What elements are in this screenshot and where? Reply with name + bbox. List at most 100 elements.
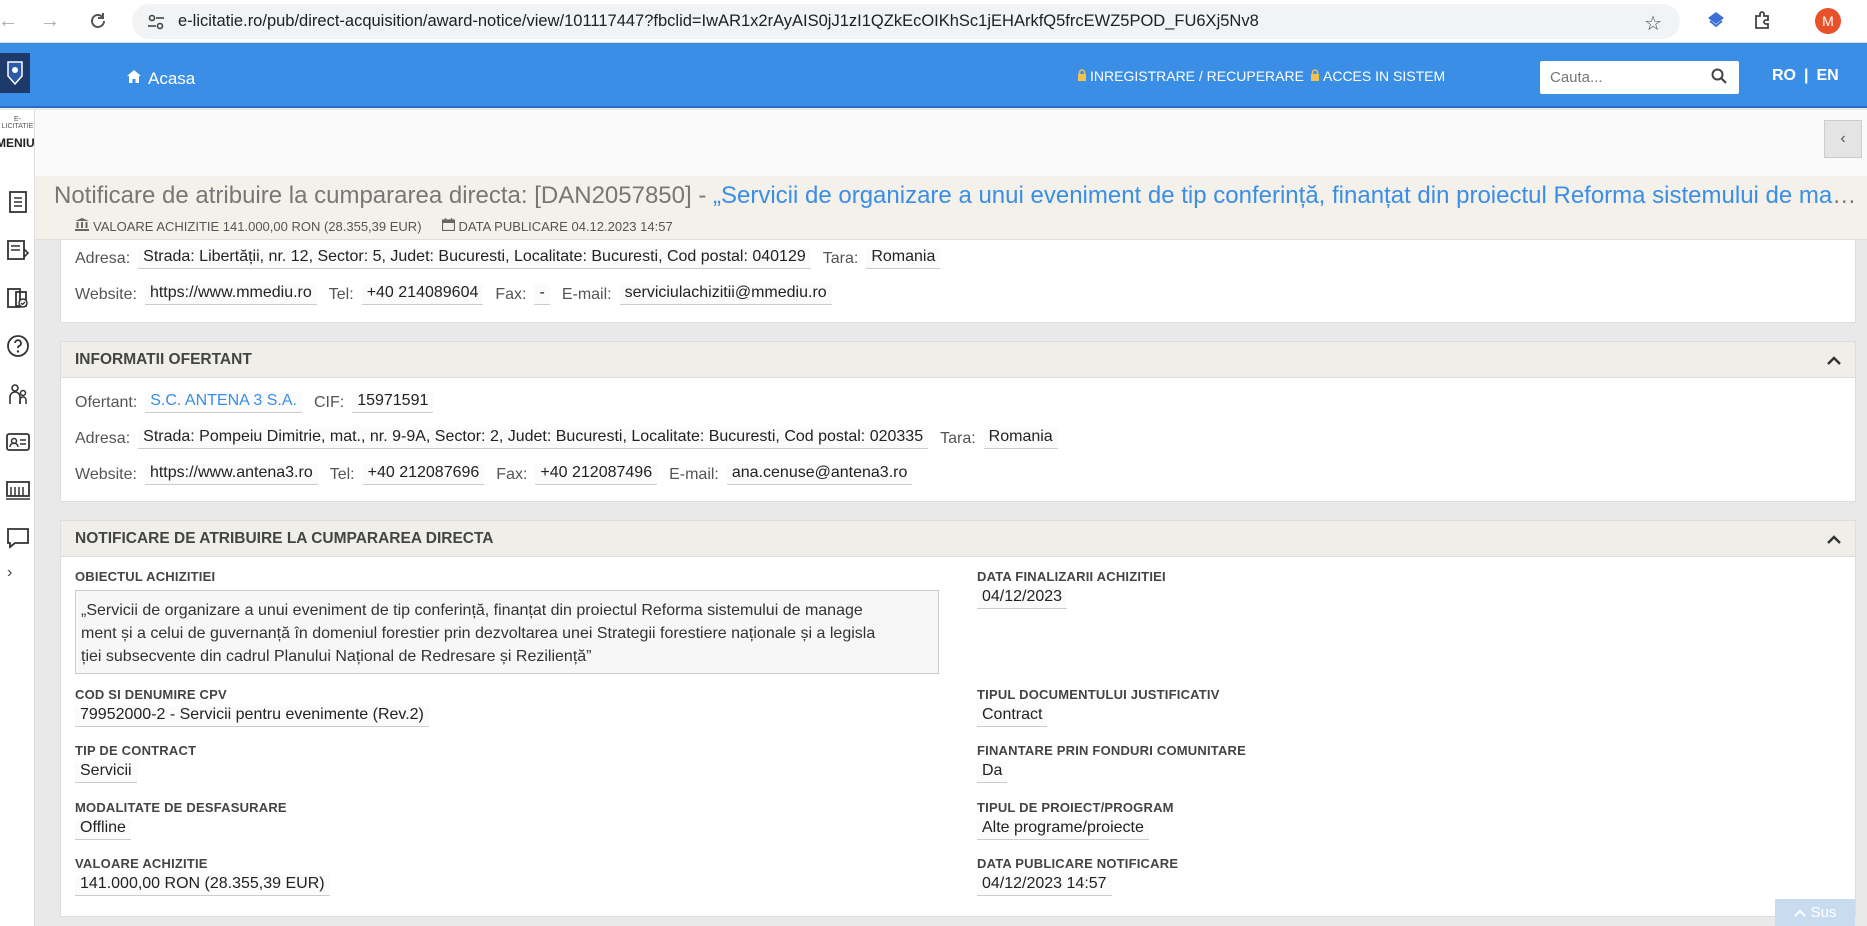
doc-type-label: TIPUL DOCUMENTULUI JUSTIFICATIV — [977, 687, 1220, 702]
program-label: TIPUL DE PROIECT/PROGRAM — [977, 800, 1174, 815]
contract-type-value: Servicii — [75, 762, 137, 783]
contract-type-field: TIP DE CONTRACT Servicii — [75, 743, 196, 783]
bidder-address: Strada: Pompeiu Dimitrie, mat., nr. 9-9A… — [138, 428, 929, 449]
left-sidebar: E-LICITATIE MENIU › — [0, 110, 35, 926]
lang-en-link[interactable]: EN — [1816, 67, 1838, 85]
cif-label: CIF: — [313, 393, 345, 411]
cpv-label: COD SI DENUMIRE CPV — [75, 687, 227, 702]
chevron-up-icon[interactable] — [1827, 532, 1841, 550]
contract-type-label: TIP DE CONTRACT — [75, 743, 197, 758]
bidder-website[interactable]: https://www.antena3.ro — [144, 464, 318, 485]
meta-value: VALOARE ACHIZITIE 141.000,00 RON (28.355… — [75, 218, 422, 234]
bidder-name-link[interactable]: S.C. ANTENA 3 S.A. — [145, 392, 302, 413]
authority-address: Strada: Libertății, nr. 12, Sector: 5, J… — [138, 248, 811, 269]
object-label: OBIECTUL ACHIZITIEI — [75, 569, 216, 584]
bidder-label: Ofertant: — [75, 393, 138, 411]
eu-funds-value: Da — [977, 762, 1008, 783]
bidder-country: Romania — [983, 428, 1058, 449]
help-question-icon[interactable] — [4, 332, 32, 360]
bidder-contact-row: Website: https://www.antena3.ro Tel: +40… — [75, 464, 924, 485]
doc-type-field: TIPUL DOCUMENTULUI JUSTIFICATIV Contract — [977, 687, 1220, 727]
meta-date: DATA PUBLICARE 04.12.2023 14:57 — [441, 218, 673, 234]
bidder-panel-header[interactable]: INFORMATII OFERTANT — [61, 342, 1855, 378]
eu-funds-field: FINANTARE PRIN FONDURI COMUNITARE Da — [977, 743, 1246, 783]
bidder-panel-title: INFORMATII OFERTANT — [75, 350, 252, 368]
url-text: e-licitatie.ro/pub/direct-acquisition/aw… — [178, 12, 1259, 30]
program-value: Alte programe/proiecte — [977, 819, 1149, 840]
value-label: VALOARE ACHIZITIE — [75, 856, 208, 871]
sidebar-menu-label[interactable]: MENIU — [0, 136, 35, 150]
bidder-fax: +40 212087496 — [535, 464, 658, 485]
acquisition-value-label: VALOARE ACHIZITIE 141.000,00 RON (28.355… — [93, 218, 422, 234]
profile-avatar[interactable]: M — [1815, 8, 1841, 34]
scroll-top-label: Sus — [1810, 904, 1837, 921]
value-value: 141.000,00 RON (28.355,39 EUR) — [75, 875, 330, 896]
object-line: ției subsecvente din cadrul Planului Naț… — [81, 648, 592, 665]
publication-date-label: DATA PUBLICARE 04.12.2023 14:57 — [458, 218, 673, 234]
back-icon[interactable]: ← — [0, 3, 26, 39]
chevron-up-icon — [1793, 904, 1806, 921]
website-label: Website: — [75, 465, 137, 483]
bidder-cif: 15971591 — [352, 392, 434, 413]
bookmark-star-icon[interactable]: ☆ — [1644, 11, 1662, 36]
notice-panel-title: NOTIFICARE DE ATRIBUIRE LA CUMPARAREA DI… — [75, 529, 494, 547]
chevron-up-icon[interactable] — [1827, 353, 1841, 371]
site-logo-icon[interactable] — [0, 53, 30, 93]
authority-website[interactable]: https://www.mmediu.ro — [144, 284, 317, 305]
authority-panel: Adresa: Strada: Libertății, nr. 12, Sect… — [60, 240, 1856, 323]
search-icon[interactable] — [1711, 68, 1727, 89]
forward-icon[interactable]: → — [32, 3, 68, 39]
login-link[interactable]: ACCES IN SISTEM — [1310, 68, 1445, 84]
mode-field: MODALITATE DE DESFASURARE Offline — [75, 800, 287, 840]
doc-type-value: Contract — [977, 706, 1048, 727]
id-card-icon[interactable] — [4, 428, 32, 456]
sidebar-expand-icon[interactable]: › — [7, 564, 12, 582]
tel-label: Tel: — [328, 285, 354, 303]
object-line: „Servicii de organizare a unui eveniment… — [81, 602, 863, 619]
pub-date-field: DATA PUBLICARE NOTIFICARE 04/12/2023 14:… — [977, 856, 1178, 896]
bidder-email: ana.cenuse@antena3.ro — [726, 464, 913, 485]
lock-icon — [1077, 68, 1087, 84]
chat-bubble-icon[interactable] — [4, 524, 32, 552]
reload-icon[interactable] — [80, 3, 116, 39]
language-switch: RO | EN — [1772, 67, 1839, 85]
extensions-puzzle-icon[interactable] — [1752, 9, 1774, 36]
search-input[interactable] — [1550, 69, 1700, 86]
address-bar[interactable]: e-licitatie.ro/pub/direct-acquisition/aw… — [132, 4, 1680, 39]
search-box — [1540, 61, 1739, 94]
scroll-top-button[interactable]: Sus — [1775, 899, 1855, 926]
extension-icon[interactable] — [1706, 10, 1726, 35]
authority-fax: - — [534, 284, 550, 305]
list-edit-icon[interactable] — [4, 236, 32, 264]
fax-label: Fax: — [496, 465, 528, 483]
cpv-value: 79952000-2 - Servicii pentru evenimente … — [75, 706, 429, 727]
end-date-label: DATA FINALIZARII ACHIZITIEI — [977, 569, 1166, 584]
lock-icon — [1310, 68, 1320, 84]
page-title-link[interactable]: „Servicii de organizare a unui eveniment… — [713, 182, 1864, 209]
object-textarea: „Servicii de organizare a unui eveniment… — [75, 590, 939, 674]
people-icon[interactable] — [4, 380, 32, 408]
chart-board-icon[interactable] — [4, 476, 32, 504]
end-date-field: DATA FINALIZARII ACHIZITIEI 04/12/2023 — [977, 569, 1166, 609]
clipboard-check-icon[interactable] — [4, 284, 32, 312]
bidder-address-row: Adresa: Strada: Pompeiu Dimitrie, mat., … — [75, 428, 1070, 449]
home-icon — [126, 69, 142, 89]
tel-label: Tel: — [329, 465, 355, 483]
document-icon[interactable] — [4, 188, 32, 216]
notice-panel-header[interactable]: NOTIFICARE DE ATRIBUIRE LA CUMPARAREA DI… — [61, 521, 1855, 557]
panel-collapse-button[interactable]: ‹ — [1824, 120, 1862, 158]
address-label: Adresa: — [75, 249, 131, 267]
bidder-name-row: Ofertant: S.C. ANTENA 3 S.A. CIF: 159715… — [75, 392, 445, 413]
lang-ro-link[interactable]: RO — [1772, 67, 1796, 85]
mode-value: Offline — [75, 819, 131, 840]
page-title-prefix: Notificare de atribuire la cumpararea di… — [54, 182, 713, 209]
authority-email: serviciulachizitii@mmediu.ro — [619, 284, 832, 305]
bidder-panel: INFORMATII OFERTANT Ofertant: S.C. ANTEN… — [60, 341, 1856, 502]
fax-label: Fax: — [495, 285, 527, 303]
pub-date-value: 04/12/2023 14:57 — [977, 875, 1112, 896]
home-link[interactable]: Acasa — [126, 69, 195, 89]
home-link-label: Acasa — [148, 69, 196, 88]
site-settings-icon[interactable] — [146, 12, 166, 32]
register-link[interactable]: INREGISTRARE / RECUPERARE — [1077, 68, 1304, 84]
authority-contact-row: Website: https://www.mmediu.ro Tel: +40 … — [75, 284, 844, 305]
